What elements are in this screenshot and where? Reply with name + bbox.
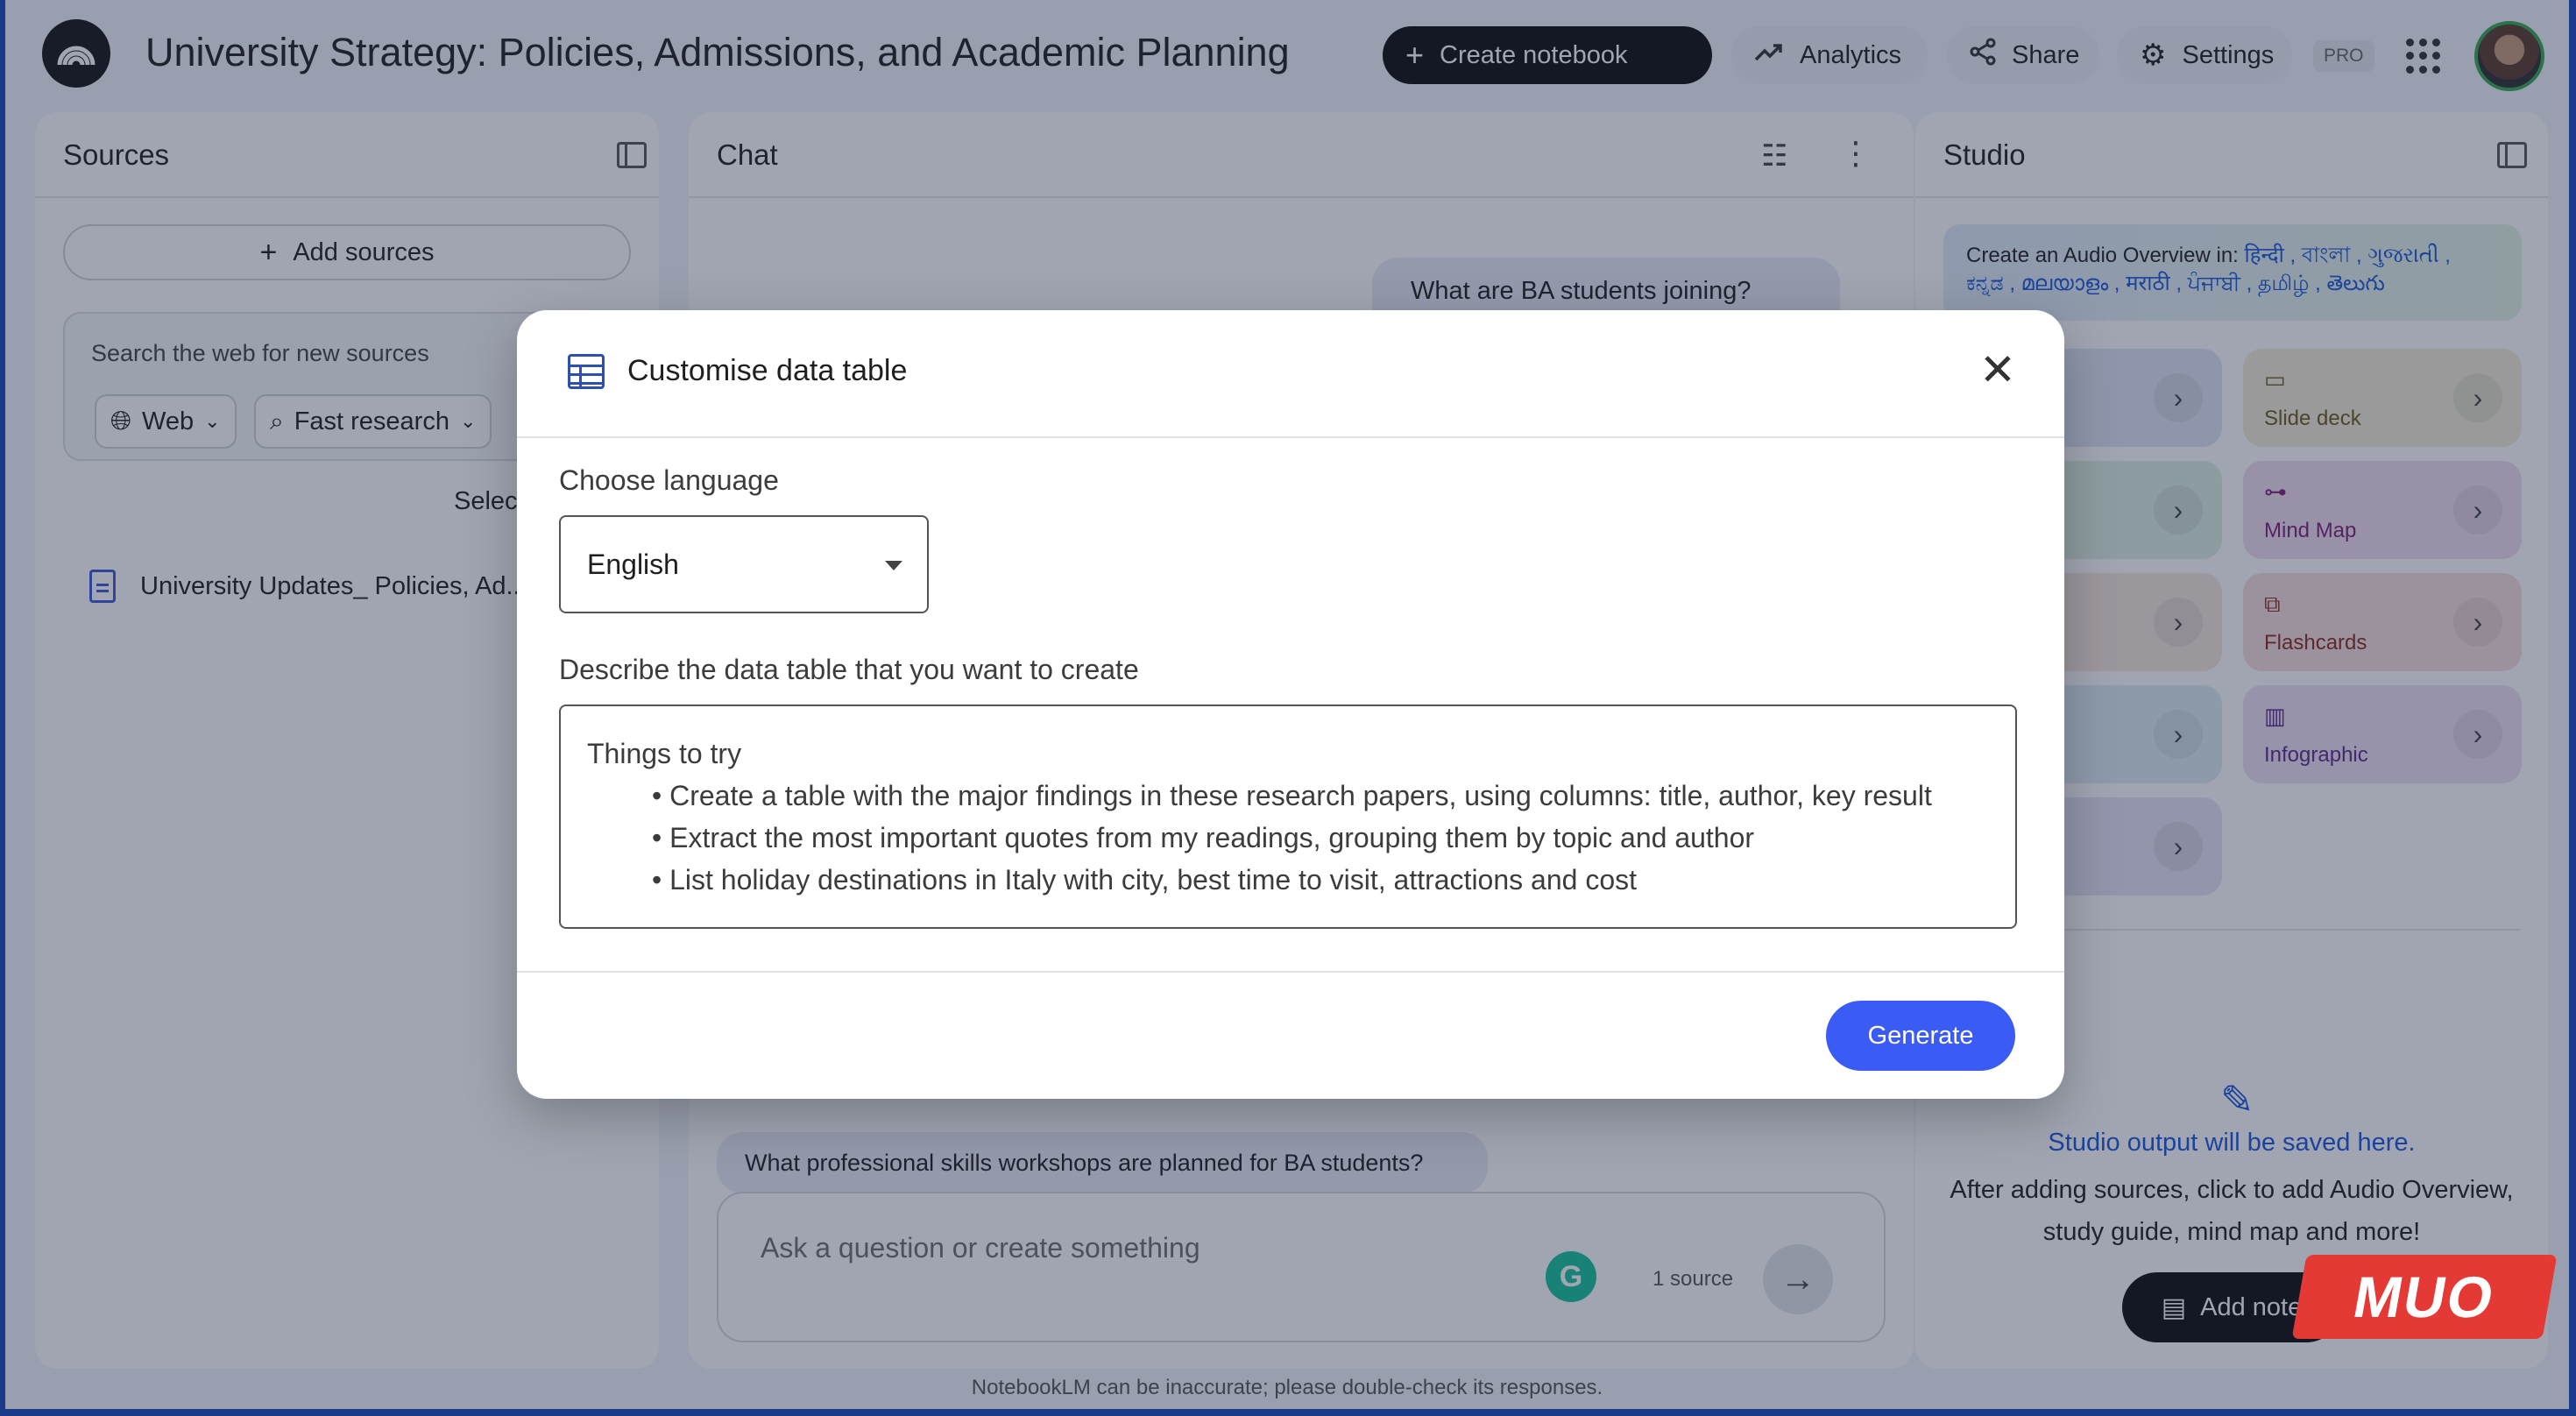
generate-button[interactable]: Generate — [1826, 1001, 2015, 1071]
dialog-title: Customise data table — [627, 354, 908, 387]
table-icon — [568, 354, 605, 389]
language-label: Choose language — [559, 464, 779, 496]
dropdown-arrow-icon — [885, 561, 902, 570]
dialog-header: Customise data table ✕ — [517, 310, 2064, 438]
divider — [517, 971, 2064, 973]
close-icon[interactable]: ✕ — [1971, 345, 2024, 398]
example-prompt: • List holiday destinations in Italy wit… — [652, 864, 1637, 896]
table-description-input[interactable]: Things to try • Create a table with the … — [559, 704, 2017, 929]
describe-label: Describe the data table that you want to… — [559, 654, 1139, 685]
app-window: University Strategy: Policies, Admission… — [5, 0, 2569, 1409]
example-prompt: • Extract the most important quotes from… — [652, 822, 1755, 853]
language-select[interactable]: English — [559, 515, 929, 613]
example-prompt: • Create a table with the major findings… — [652, 780, 1932, 811]
muo-watermark-logo: MUO — [2291, 1255, 2558, 1339]
customise-data-table-dialog: Customise data table ✕ Choose language E… — [517, 310, 2064, 1099]
